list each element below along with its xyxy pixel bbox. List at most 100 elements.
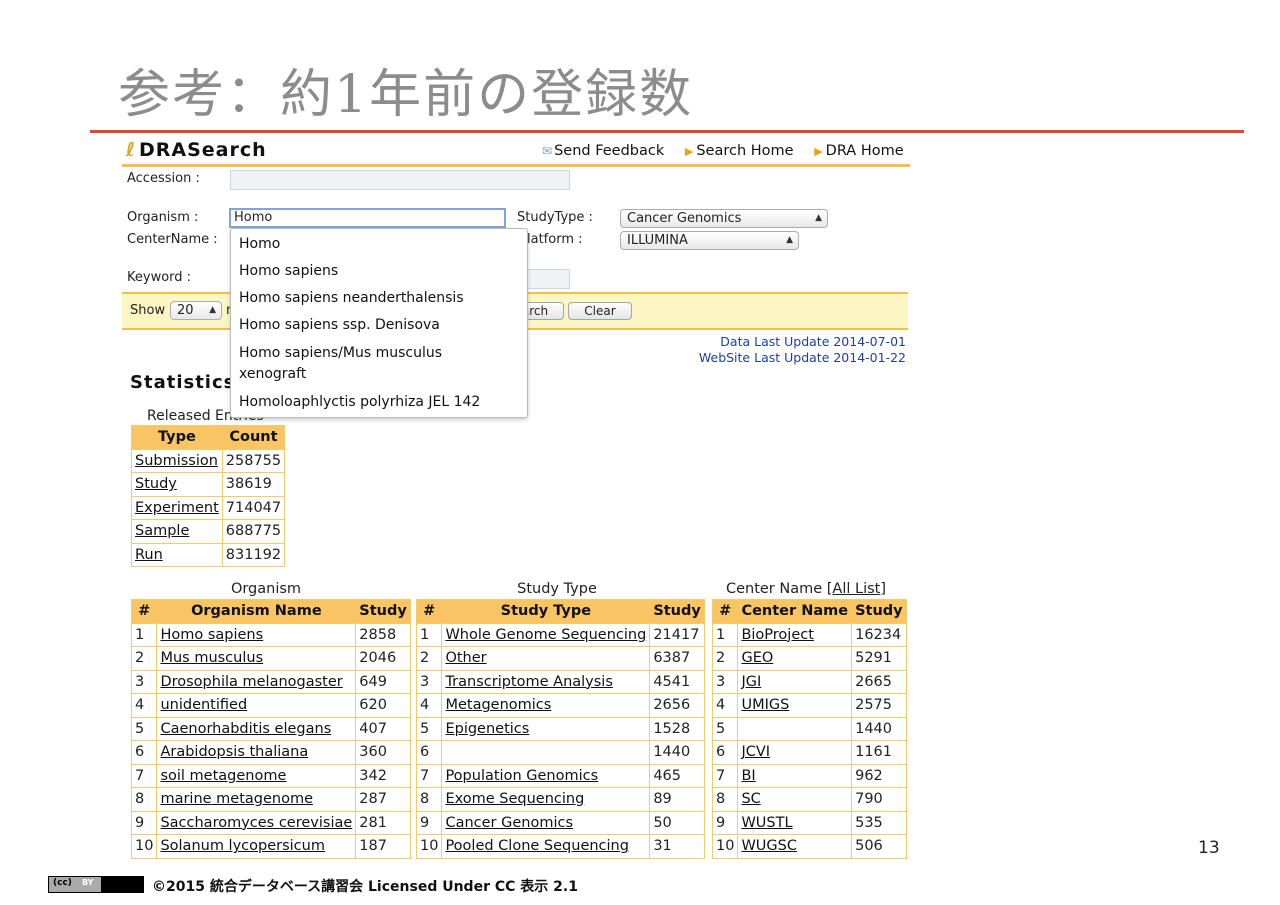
organism-link[interactable]: Drosophila melanogaster [160,674,342,690]
copyright-footer: ©2015 統合データベース講習会 Licensed Under CC 表示 2… [152,879,578,895]
studytype-row: 6 1440 [415,740,705,765]
organism-link[interactable]: Solanum lycopersicum [160,838,325,854]
center-link[interactable]: WUGSC [741,838,797,854]
studytype-link[interactable]: Transcriptome Analysis [445,674,612,690]
accession-input[interactable] [230,170,570,190]
keyword-input[interactable] [526,269,570,289]
studytype-cell: Exome Sequencing [441,787,651,812]
centername-label: CenterName : [127,232,218,247]
studytype-cell: 9 [415,810,443,835]
studytype-link[interactable]: Whole Genome Sequencing [445,627,646,643]
center-cell: WUSTL [737,810,853,835]
send-feedback-link[interactable]: ✉ Send Feedback [542,143,664,159]
organism-link[interactable]: unidentified [160,697,247,713]
center-link[interactable]: SC [741,791,760,807]
studytype-cell: 4 [415,693,443,718]
organism-link[interactable]: Caenorhabditis elegans [160,721,331,737]
center-caption-end: ] [880,581,887,597]
studytype-link[interactable]: Cancer Genomics [445,815,573,831]
organism-cell: marine metagenome [156,787,357,812]
autocomplete-option[interactable]: Homo sapiens neanderthalensis [239,288,464,309]
center-row: 3 JGI 2665 [711,669,907,694]
center-cell: SC [737,787,853,812]
organism-input[interactable]: Homo [229,208,506,228]
organism-cell: 281 [355,810,411,835]
released-entry-link[interactable]: Experiment [135,500,219,516]
organism-link[interactable]: marine metagenome [160,791,313,807]
center-link[interactable]: BI [741,768,755,784]
organism-table: # Organism Name Study 1 Homo sapiens 2858 2… [130,599,411,859]
center-cell: 8 [711,787,739,812]
center-table-body: 1 BioProject 16234 2 GEO 5291 3 JGI 2665 4 UMIGS 25… [711,622,907,859]
studytype-cell: 89 [649,787,705,812]
released-entry-link[interactable]: Submission [135,453,218,469]
center-link[interactable]: UMIGS [741,697,789,713]
center-cell: 4 [711,693,739,718]
logo-text: DRASearch [138,139,267,161]
organism-cell: Mus musculus [156,646,357,671]
studytype-select[interactable]: Cancer Genomics ▲ [620,209,828,228]
released-entry-link[interactable]: Study [135,476,177,492]
center-cell: 506 [851,834,907,859]
platform-select[interactable]: ILLUMINA ▲ [620,231,799,250]
autocomplete-option[interactable]: Homo sapiens [239,261,338,282]
released-entry-link[interactable]: Sample [135,523,189,539]
studytype-link[interactable]: Exome Sequencing [445,791,584,807]
organism-cell: 10 [130,834,158,859]
organism-row: 2 Mus musculus 2046 [130,646,411,671]
autocomplete-option[interactable]: Homo sapiens/Mus musculus [239,343,442,364]
organism-cell: 649 [355,669,411,694]
studytype-cell [441,740,651,765]
studytype-cell: Whole Genome Sequencing [441,622,651,647]
center-link[interactable]: BioProject [741,627,813,643]
clear-button[interactable]: Clear [568,302,632,320]
studytype-cell: Metagenomics [441,693,651,718]
studytype-link[interactable]: Population Genomics [445,768,598,784]
search-home-link[interactable]: ▶ Search Home [685,143,794,159]
released-entry-row: Sample 688775 [131,519,286,544]
autocomplete-option[interactable]: Homoloaphlyctis polyrhiza JEL 142 [239,392,480,413]
center-link[interactable]: JCVI [741,744,770,760]
studytype-cell: 31 [649,834,705,859]
organism-link[interactable]: soil metagenome [160,768,286,784]
organism-link[interactable]: Arabidopsis thaliana [160,744,308,760]
studytype-link[interactable]: Metagenomics [445,697,551,713]
all-list-link[interactable]: All List [832,581,880,597]
studytype-link[interactable]: Epigenetics [445,721,529,737]
released-entry-cell: Study [131,472,223,497]
autocomplete-option-continued[interactable]: xenograft [239,364,306,385]
studytype-cell: 7 [415,763,443,788]
studytype-cell: Population Genomics [441,763,651,788]
studytype-row: 8 Exome Sequencing 89 [415,787,705,812]
website-last-update: WebSite Last Update 2014-01-22 [698,350,906,365]
organism-link[interactable]: Mus musculus [160,650,263,666]
center-row: 9 WUSTL 535 [711,810,907,835]
studytype-cell: 6387 [649,646,705,671]
show-count-select[interactable]: 20 ▲ [170,301,222,320]
center-link[interactable]: WUSTL [741,815,792,831]
center-row: 10 WUGSC 506 [711,834,907,859]
released-entry-cell: Run [131,542,223,567]
center-cell: 10 [711,834,739,859]
organism-cell: 9 [130,810,158,835]
dra-logo[interactable]: ℓ DRASearch [126,139,267,161]
studytype-cell: Transcriptome Analysis [441,669,651,694]
column-header: Type [131,425,223,450]
center-link[interactable]: GEO [741,650,773,666]
center-cell: 5 [711,716,739,741]
organism-cell: 2046 [355,646,411,671]
studytype-link[interactable]: Pooled Clone Sequencing [445,838,629,854]
autocomplete-option[interactable]: Homo [239,234,280,255]
organism-link[interactable]: Saccharomyces cerevisiae [160,815,352,831]
autocomplete-option[interactable]: Homo sapiens ssp. Denisova [239,315,440,336]
show-count-value: 20 [177,303,194,318]
released-entry-link[interactable]: Run [135,547,163,563]
released-entry-row: Experiment 714047 [131,495,286,520]
center-row: 4 UMIGS 2575 [711,693,907,718]
center-link[interactable]: JGI [741,674,761,690]
studytype-link[interactable]: Other [445,650,486,666]
studytype-cell: Other [441,646,651,671]
organism-link[interactable]: Homo sapiens [160,627,263,643]
dra-home-link[interactable]: ▶ DRA Home [814,143,903,159]
studytype-cell: 2 [415,646,443,671]
